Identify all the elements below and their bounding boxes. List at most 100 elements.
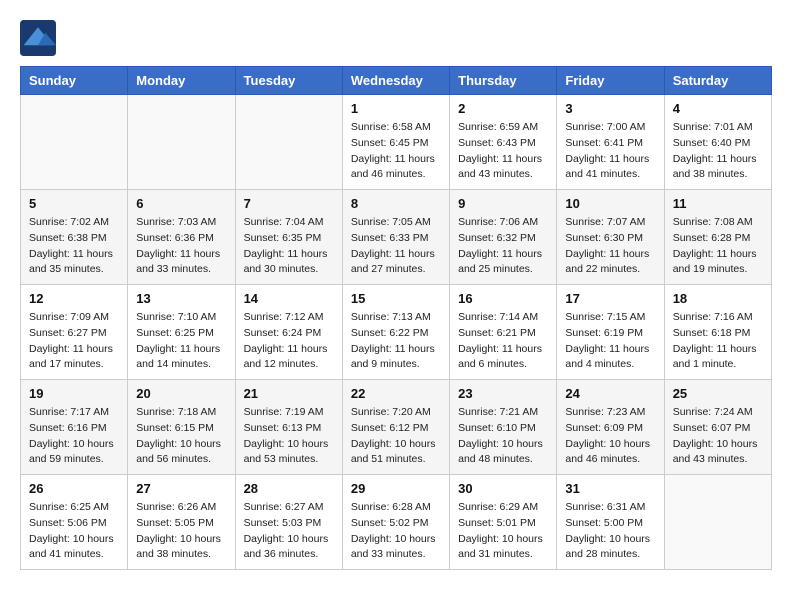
day-cell: 10 Sunrise: 7:07 AM Sunset: 6:30 PM Dayli… [557, 190, 664, 285]
weekday-header-tuesday: Tuesday [235, 67, 342, 95]
day-number: 15 [351, 291, 441, 306]
day-info: Sunrise: 6:28 AM Sunset: 5:02 PM Dayligh… [351, 500, 441, 563]
day-info: Sunrise: 7:00 AM Sunset: 6:41 PM Dayligh… [565, 120, 655, 183]
day-number: 24 [565, 386, 655, 401]
day-info: Sunrise: 7:09 AM Sunset: 6:27 PM Dayligh… [29, 310, 119, 373]
calendar: SundayMondayTuesdayWednesdayThursdayFrid… [20, 66, 772, 570]
weekday-header-friday: Friday [557, 67, 664, 95]
day-cell: 22Sunrise: 7:20 AM Sunset: 6:12 PM Dayli… [342, 380, 449, 475]
calendar-body: 1 Sunrise: 6:58 AM Sunset: 6:45 PM Daylig… [21, 95, 772, 570]
day-number: 8 [351, 196, 441, 211]
day-number: 21 [244, 386, 334, 401]
week-row-2: 5 Sunrise: 7:02 AM Sunset: 6:38 PM Daylig… [21, 190, 772, 285]
day-cell: 11Sunrise: 7:08 AM Sunset: 6:28 PM Dayli… [664, 190, 771, 285]
day-number: 5 [29, 196, 119, 211]
day-number: 17 [565, 291, 655, 306]
day-info: Sunrise: 7:05 AM Sunset: 6:33 PM Dayligh… [351, 215, 441, 278]
day-cell: 26Sunrise: 6:25 AM Sunset: 5:06 PM Dayli… [21, 475, 128, 570]
day-info: Sunrise: 7:04 AM Sunset: 6:35 PM Dayligh… [244, 215, 334, 278]
day-cell: 5 Sunrise: 7:02 AM Sunset: 6:38 PM Daylig… [21, 190, 128, 285]
day-cell: 15Sunrise: 7:13 AM Sunset: 6:22 PM Dayli… [342, 285, 449, 380]
day-info: Sunrise: 7:06 AM Sunset: 6:32 PM Dayligh… [458, 215, 548, 278]
day-number: 20 [136, 386, 226, 401]
day-number: 12 [29, 291, 119, 306]
day-number: 9 [458, 196, 548, 211]
day-cell: 31 Sunrise: 6:31 AM Sunset: 5:00 PM Dayli… [557, 475, 664, 570]
day-info: Sunrise: 7:23 AM Sunset: 6:09 PM Dayligh… [565, 405, 655, 468]
day-cell [128, 95, 235, 190]
logo-icon [20, 20, 56, 56]
day-cell: 13 Sunrise: 7:10 AM Sunset: 6:25 PM Dayli… [128, 285, 235, 380]
day-number: 10 [565, 196, 655, 211]
day-number: 7 [244, 196, 334, 211]
day-number: 6 [136, 196, 226, 211]
day-number: 16 [458, 291, 548, 306]
day-info: Sunrise: 7:24 AM Sunset: 6:07 PM Dayligh… [673, 405, 763, 468]
day-info: Sunrise: 6:27 AM Sunset: 5:03 PM Dayligh… [244, 500, 334, 563]
calendar-header: SundayMondayTuesdayWednesdayThursdayFrid… [21, 67, 772, 95]
day-cell: 6 Sunrise: 7:03 AM Sunset: 6:36 PM Daylig… [128, 190, 235, 285]
day-cell: 18 Sunrise: 7:16 AM Sunset: 6:18 PM Dayli… [664, 285, 771, 380]
day-cell [664, 475, 771, 570]
day-cell: 8 Sunrise: 7:05 AM Sunset: 6:33 PM Daylig… [342, 190, 449, 285]
day-number: 27 [136, 481, 226, 496]
day-cell: 1 Sunrise: 6:58 AM Sunset: 6:45 PM Daylig… [342, 95, 449, 190]
day-info: Sunrise: 7:19 AM Sunset: 6:13 PM Dayligh… [244, 405, 334, 468]
day-info: Sunrise: 7:16 AM Sunset: 6:18 PM Dayligh… [673, 310, 763, 373]
weekday-header-row: SundayMondayTuesdayWednesdayThursdayFrid… [21, 67, 772, 95]
day-info: Sunrise: 7:14 AM Sunset: 6:21 PM Dayligh… [458, 310, 548, 373]
weekday-header-monday: Monday [128, 67, 235, 95]
day-cell: 28 Sunrise: 6:27 AM Sunset: 5:03 PM Dayli… [235, 475, 342, 570]
day-info: Sunrise: 7:07 AM Sunset: 6:30 PM Dayligh… [565, 215, 655, 278]
day-cell [235, 95, 342, 190]
day-info: Sunrise: 6:26 AM Sunset: 5:05 PM Dayligh… [136, 500, 226, 563]
day-number: 1 [351, 101, 441, 116]
day-info: Sunrise: 7:15 AM Sunset: 6:19 PM Dayligh… [565, 310, 655, 373]
weekday-header-saturday: Saturday [664, 67, 771, 95]
day-number: 14 [244, 291, 334, 306]
day-info: Sunrise: 7:20 AM Sunset: 6:12 PM Dayligh… [351, 405, 441, 468]
day-info: Sunrise: 7:02 AM Sunset: 6:38 PM Dayligh… [29, 215, 119, 278]
day-info: Sunrise: 6:29 AM Sunset: 5:01 PM Dayligh… [458, 500, 548, 563]
day-info: Sunrise: 7:18 AM Sunset: 6:15 PM Dayligh… [136, 405, 226, 468]
day-cell: 19 Sunrise: 7:17 AM Sunset: 6:16 PM Dayli… [21, 380, 128, 475]
day-info: Sunrise: 7:21 AM Sunset: 6:10 PM Dayligh… [458, 405, 548, 468]
day-number: 13 [136, 291, 226, 306]
day-info: Sunrise: 7:10 AM Sunset: 6:25 PM Dayligh… [136, 310, 226, 373]
page-header [20, 20, 772, 56]
day-number: 19 [29, 386, 119, 401]
week-row-4: 19 Sunrise: 7:17 AM Sunset: 6:16 PM Dayli… [21, 380, 772, 475]
day-cell: 14 Sunrise: 7:12 AM Sunset: 6:24 PM Dayli… [235, 285, 342, 380]
day-cell: 25Sunrise: 7:24 AM Sunset: 6:07 PM Dayli… [664, 380, 771, 475]
day-info: Sunrise: 7:01 AM Sunset: 6:40 PM Dayligh… [673, 120, 763, 183]
day-cell: 24 Sunrise: 7:23 AM Sunset: 6:09 PM Dayli… [557, 380, 664, 475]
day-cell: 23 Sunrise: 7:21 AM Sunset: 6:10 PM Dayli… [450, 380, 557, 475]
day-number: 29 [351, 481, 441, 496]
day-info: Sunrise: 6:58 AM Sunset: 6:45 PM Dayligh… [351, 120, 441, 183]
day-cell: 27 Sunrise: 6:26 AM Sunset: 5:05 PM Dayli… [128, 475, 235, 570]
day-cell: 9 Sunrise: 7:06 AM Sunset: 6:32 PM Daylig… [450, 190, 557, 285]
day-number: 23 [458, 386, 548, 401]
weekday-header-thursday: Thursday [450, 67, 557, 95]
day-info: Sunrise: 7:12 AM Sunset: 6:24 PM Dayligh… [244, 310, 334, 373]
day-number: 3 [565, 101, 655, 116]
day-info: Sunrise: 7:03 AM Sunset: 6:36 PM Dayligh… [136, 215, 226, 278]
day-info: Sunrise: 6:31 AM Sunset: 5:00 PM Dayligh… [565, 500, 655, 563]
day-number: 26 [29, 481, 119, 496]
week-row-3: 12 Sunrise: 7:09 AM Sunset: 6:27 PM Dayli… [21, 285, 772, 380]
day-cell: 3 Sunrise: 7:00 AM Sunset: 6:41 PM Daylig… [557, 95, 664, 190]
day-number: 31 [565, 481, 655, 496]
day-number: 28 [244, 481, 334, 496]
day-info: Sunrise: 6:59 AM Sunset: 6:43 PM Dayligh… [458, 120, 548, 183]
day-number: 4 [673, 101, 763, 116]
day-number: 30 [458, 481, 548, 496]
day-number: 11 [673, 196, 763, 211]
day-number: 18 [673, 291, 763, 306]
day-info: Sunrise: 7:17 AM Sunset: 6:16 PM Dayligh… [29, 405, 119, 468]
logo [20, 20, 60, 56]
week-row-5: 26Sunrise: 6:25 AM Sunset: 5:06 PM Dayli… [21, 475, 772, 570]
day-cell: 4 Sunrise: 7:01 AM Sunset: 6:40 PM Daylig… [664, 95, 771, 190]
week-row-1: 1 Sunrise: 6:58 AM Sunset: 6:45 PM Daylig… [21, 95, 772, 190]
day-cell: 21 Sunrise: 7:19 AM Sunset: 6:13 PM Dayli… [235, 380, 342, 475]
day-number: 2 [458, 101, 548, 116]
